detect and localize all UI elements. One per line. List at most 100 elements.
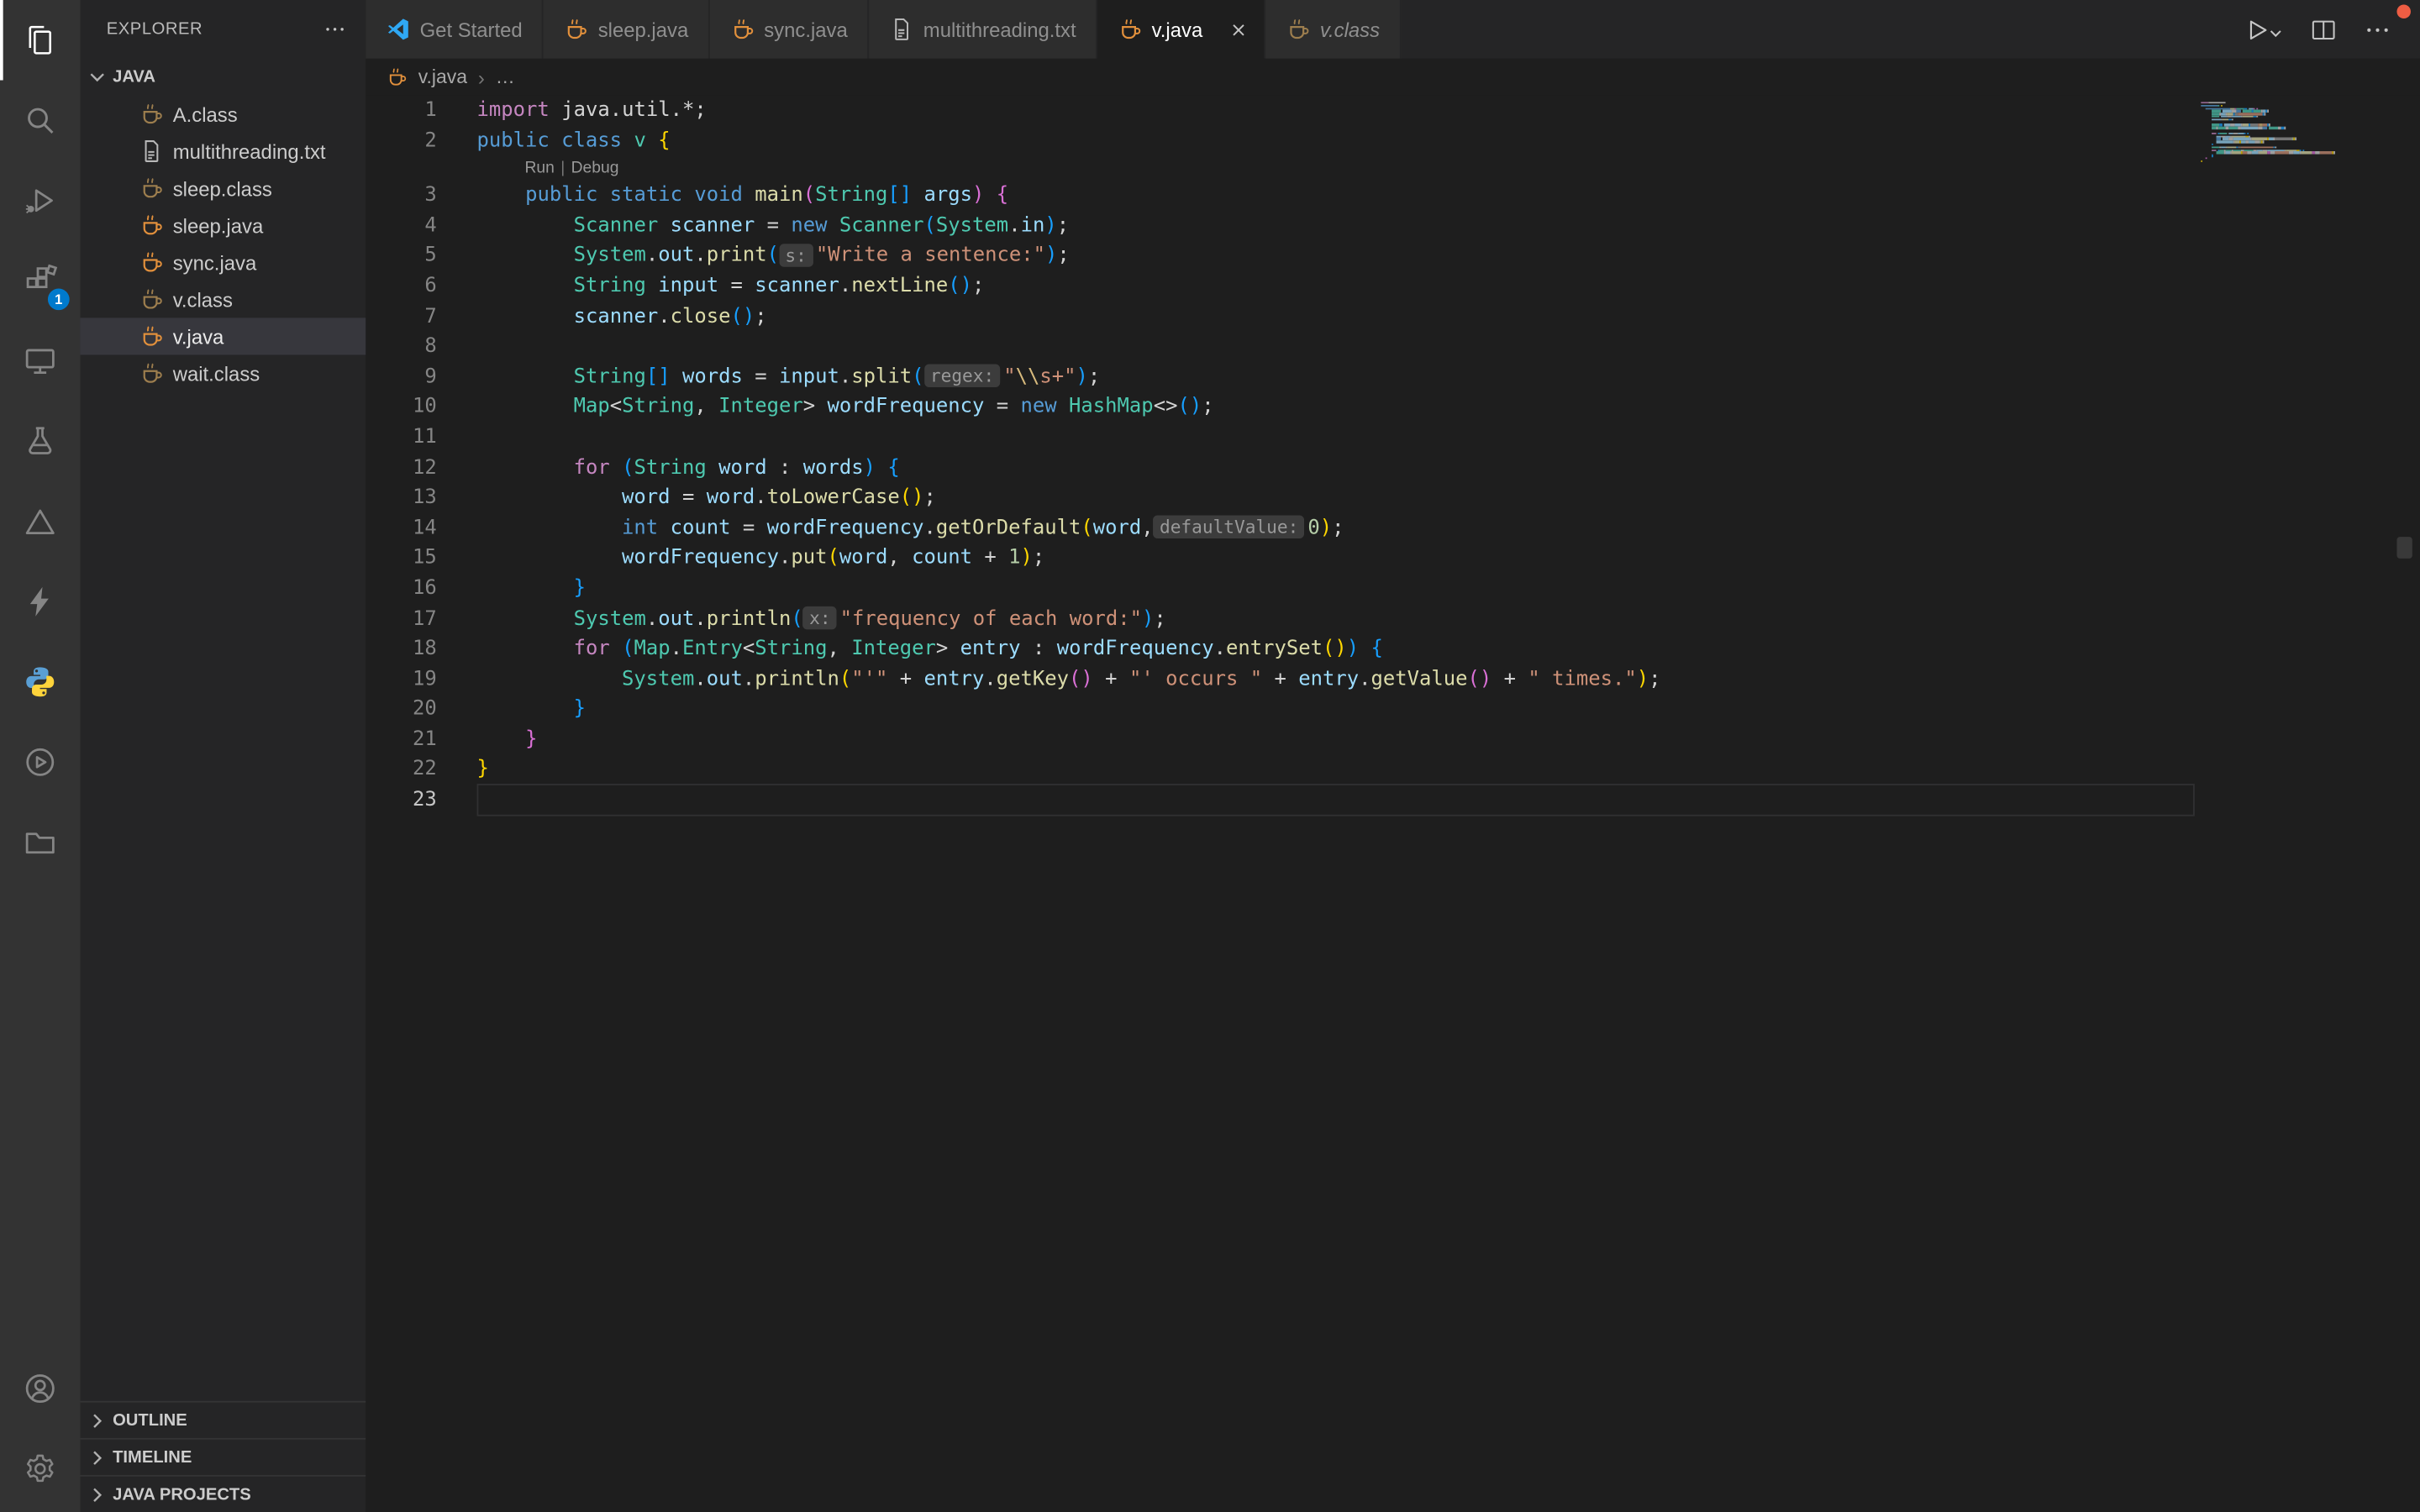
code-line-3: 3 public static void main(String[] args)…	[366, 181, 2420, 211]
more-actions-icon[interactable]	[323, 17, 347, 41]
line-number: 15	[366, 543, 436, 574]
java-file-icon	[564, 17, 588, 41]
class-file-icon	[139, 361, 163, 386]
line-text[interactable]	[437, 785, 477, 816]
line-text[interactable]	[437, 423, 477, 453]
file-item-v-class[interactable]: v.class	[81, 281, 366, 318]
line-text[interactable]: scanner.close();	[437, 302, 767, 332]
file-label: sleep.java	[173, 213, 264, 237]
class-file-icon	[1286, 17, 1310, 41]
activity-settings[interactable]	[0, 1429, 81, 1509]
activity-remote-explorer[interactable]	[0, 321, 81, 402]
activity-run-debug[interactable]	[0, 160, 81, 241]
tab-multithreading-txt[interactable]: multithreading.txt	[870, 0, 1098, 59]
file-item-sleep-class[interactable]: sleep.class	[81, 170, 366, 207]
line-number: 11	[366, 423, 436, 453]
tab-get-started[interactable]: Get Started	[366, 0, 544, 59]
file-item-sleep-java[interactable]: sleep.java	[81, 207, 366, 244]
tab-label: v.java	[1152, 18, 1203, 41]
activity-triangle-extension[interactable]	[0, 481, 81, 562]
editor-action-more[interactable]	[2363, 14, 2392, 44]
breadcrumb-file[interactable]: v.java	[418, 66, 467, 88]
line-number: 8	[366, 332, 436, 362]
section-label: TIMELINE	[113, 1448, 192, 1467]
activity-explorer[interactable]	[0, 0, 81, 81]
line-text[interactable]: String input = scanner.nextLine();	[437, 271, 985, 302]
line-text[interactable]: for (Map.Entry<String, Integer> entry : …	[437, 634, 1383, 664]
activity-account[interactable]	[0, 1348, 81, 1429]
activity-testing[interactable]	[0, 402, 81, 482]
line-text[interactable]: Map<String, Integer> wordFrequency = new…	[437, 392, 1214, 423]
line-text[interactable]: System.out.print(s:"Write a sentence:");	[437, 241, 1070, 271]
java-file-icon	[139, 250, 163, 275]
code-line-23: 23	[366, 785, 2420, 816]
line-text[interactable]: }	[437, 574, 586, 604]
code-editor[interactable]: 1import java.util.*;2public class v {Run…	[366, 96, 2420, 1512]
line-text[interactable]: System.out.println("'" + entry.getKey() …	[437, 664, 1661, 695]
sidebar-section-outline[interactable]: OUTLINE	[81, 1401, 366, 1438]
editor-action-run[interactable]	[2243, 14, 2285, 44]
tab-sync-java[interactable]: sync.java	[710, 0, 870, 59]
line-text[interactable]: word = word.toLowerCase();	[437, 483, 936, 513]
close-icon[interactable]	[1224, 15, 1252, 43]
java-file-icon	[139, 324, 163, 349]
activity-lightning-extension[interactable]	[0, 562, 81, 643]
activity-code-runner[interactable]	[0, 722, 81, 803]
testing-icon	[22, 423, 59, 459]
line-text[interactable]: for (String word : words) {	[437, 453, 900, 483]
activity-project-manager[interactable]	[0, 802, 81, 883]
file-item-multithreading-txt[interactable]: multithreading.txt	[81, 133, 366, 170]
tab-sleep-java[interactable]: sleep.java	[544, 0, 710, 59]
line-text[interactable]: }	[437, 725, 538, 755]
line-text[interactable]: import java.util.*;	[437, 96, 707, 126]
line-text[interactable]: String[] words = input.split(regex:"\\s+…	[437, 362, 1100, 392]
file-item-wait-class[interactable]: wait.class	[81, 354, 366, 391]
codelens-debug[interactable]: Debug	[571, 160, 619, 178]
extensions-badge: 1	[48, 288, 70, 310]
code-line-17: 17 System.out.println(x:"frequency of ea…	[366, 604, 2420, 634]
class-file-icon	[139, 102, 163, 126]
line-text[interactable]: }	[437, 755, 489, 785]
line-text[interactable]: int count = wordFrequency.getOrDefault(w…	[437, 513, 1344, 543]
line-text[interactable]: System.out.println(x:"frequency of each …	[437, 604, 1166, 634]
line-text[interactable]: wordFrequency.put(word, count + 1);	[437, 543, 1044, 574]
settings-icon	[22, 1451, 59, 1488]
java-file-icon	[730, 17, 755, 41]
editor-action-split-editor[interactable]	[2309, 14, 2338, 44]
line-number: 22	[366, 755, 436, 785]
file-label: v.java	[173, 325, 224, 349]
codelens-run[interactable]: Run	[524, 160, 554, 178]
minimap[interactable]	[2201, 102, 2386, 165]
file-tree: A.classmultithreading.txtsleep.class slee…	[81, 96, 366, 392]
account-icon	[22, 1370, 59, 1407]
line-text[interactable]: public class v {	[437, 126, 671, 156]
tab-label: Get Started	[420, 18, 523, 41]
line-text[interactable]	[437, 332, 477, 362]
chevron-down-icon	[85, 65, 109, 89]
code-line-7: 7 scanner.close();	[366, 302, 2420, 332]
search-icon	[22, 102, 59, 139]
line-text[interactable]: }	[437, 695, 586, 725]
line-text[interactable]: Scanner scanner = new Scanner(System.in)…	[437, 211, 1069, 241]
code-line-13: 13 word = word.toLowerCase();	[366, 483, 2420, 513]
java-file-icon	[1118, 17, 1142, 41]
minimap-line	[2201, 163, 2386, 165]
sidebar-section-java-projects[interactable]: JAVA PROJECTS	[81, 1475, 366, 1512]
folder-root-java[interactable]: JAVA	[81, 59, 366, 96]
file-item-v-java[interactable]: v.java	[81, 318, 366, 354]
chevron-down-icon	[2272, 18, 2285, 41]
file-item-sync-java[interactable]: sync.java	[81, 244, 366, 281]
tab-v-class[interactable]: v.class	[1266, 0, 1402, 59]
activity-python-extension[interactable]	[0, 642, 81, 722]
section-label: OUTLINE	[113, 1411, 187, 1430]
sidebar-section-timeline[interactable]: TIMELINE	[81, 1438, 366, 1475]
line-text[interactable]: public static void main(String[] args) {	[437, 181, 1008, 211]
breadcrumb-more[interactable]: …	[496, 66, 515, 88]
file-item-a-class[interactable]: A.class	[81, 96, 366, 133]
notification-dot	[2396, 5, 2411, 19]
line-number: 23	[366, 785, 436, 816]
activity-extensions[interactable]: 1	[0, 241, 81, 322]
tab-v-java[interactable]: v.java	[1097, 0, 1265, 59]
activity-search[interactable]	[0, 81, 81, 161]
sidebar-bottom-sections: OUTLINE TIMELINE JAVA PROJECTS	[81, 1401, 366, 1512]
